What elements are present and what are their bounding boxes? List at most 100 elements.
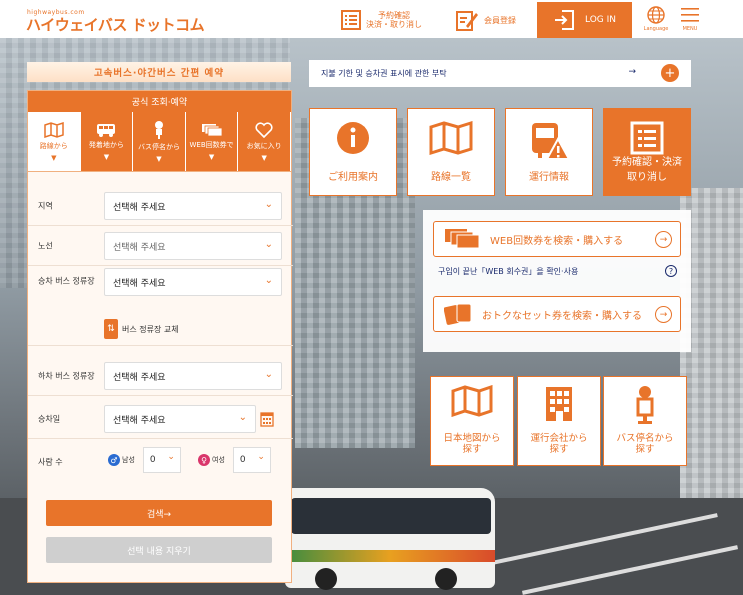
site-header: highwaybus.com ハイウェイバス ドットコム 予約確認 決済・取り消し… [0,0,743,38]
login-button[interactable]: LOG IN [537,2,632,38]
bus-wheel [315,568,337,590]
tab-route[interactable]: 路線から ▼ [28,112,81,171]
card-label-line2: 取り消し [627,172,667,183]
caret-down-icon: ▼ [208,152,215,161]
male-count-value: 0 [149,455,156,465]
boarding-select[interactable]: 선택해 주세요 ⌄ [104,268,282,296]
route-value: 선택해 주세요 [113,242,166,253]
arrow-right-circle-icon: → [655,306,672,323]
route-label: 노선 [38,241,53,250]
boarding-label: 승차 버스 정류장 [38,276,95,286]
search-by-map-card[interactable]: 日本地図から 探す [430,376,514,466]
chevron-down-icon: ⌄ [264,275,273,286]
reservation-check-card[interactable]: 予約確認・決済 取り消し [603,108,691,196]
login-label: LOG IN [585,15,616,25]
tab-label: WEB回数券で [189,140,234,149]
language-button[interactable]: Language [641,6,671,32]
tickets-icon [201,123,222,136]
female-count-select[interactable]: 0 ⌄ [232,447,271,473]
tab-label: 発着地から [88,140,124,149]
date-row: 승차일 선택해 주세요 ⌄ [28,399,293,439]
male-icon: ♂ [108,454,120,466]
register-icon [456,11,478,31]
bus-stop-icon [636,386,654,424]
date-value: 선택해 주세요 [113,415,166,426]
payment-notice-bar[interactable]: 지불 기한 및 승차권 표시에 관한 부탁 → + [309,60,691,87]
tab-favorites[interactable]: お気に入り ▼ [238,112,291,171]
chevron-down-icon: ⌄ [264,199,273,210]
card-label: ご利用案内 [328,172,378,183]
chevron-down-icon: ⌄ [257,452,265,462]
male-count-select[interactable]: 0 ⌄ [142,447,181,473]
route-list-card[interactable]: 路線一覧 [407,108,495,196]
site-logo[interactable]: ハイウェイバス ドットコム [26,14,205,35]
alighting-select[interactable]: 선택해 주세요 ⌄ [104,362,282,390]
member-register-link[interactable]: 会員登録 [456,8,516,32]
search-card-line1: 日本地図から [443,433,501,444]
region-select[interactable]: 선택해 주세요 ⌄ [104,192,282,220]
alighting-label: 하차 버스 정류장 [38,371,95,380]
bus-icon [97,123,116,137]
hamburger-icon [681,8,699,22]
plus-icon[interactable]: + [661,64,679,82]
caret-down-icon: ▼ [156,154,162,163]
login-icon [555,10,574,30]
tab-label: 路線から [39,141,68,150]
globe-icon [647,6,665,24]
female-icon: ♀ [198,454,210,466]
bus-stripe [285,550,495,562]
map-icon [429,121,473,155]
route-select[interactable]: 선택해 주세요 ⌄ [104,232,282,260]
help-icon[interactable]: ? [665,265,677,277]
region-label: 지역 [38,201,53,210]
set-ticket-search-label: おトクなセット券を検索・購入する [482,310,642,322]
calendar-icon[interactable] [260,411,274,427]
web-coupon-box: WEB回数券を検索・購入する → 구입이 끝난「WEB 회수권」을 확인·사용 … [423,210,691,352]
tab-label: お気に入り [246,141,282,150]
female-count-value: 0 [239,455,246,465]
boarding-value: 선택해 주세요 [113,278,166,289]
building-icon [546,387,572,421]
menu-button[interactable]: MENU [675,6,705,32]
search-by-bus-stop-card[interactable]: バス停名から 探す [603,376,687,466]
clear-selection-button[interactable]: 선택 내용 지우기 [46,537,272,563]
region-value: 선택해 주세요 [113,202,166,213]
set-ticket-search-button[interactable]: おトクなセット券を検索・購入する → [433,296,681,332]
tickets-icon [445,229,480,249]
card-label: 運行情報 [529,172,569,183]
reservation-check-link[interactable]: 予約確認 決済・取り消し [341,8,422,32]
alighting-row: 하차 버스 정류장 선택해 주세요 ⌄ [28,356,293,396]
swap-stops-button[interactable]: ⇅ 버스 정류장 교체 [104,319,179,339]
web-coupon-check-link[interactable]: 구입이 끝난「WEB 회수권」을 확인·사용 [438,266,578,277]
region-row: 지역 선택해 주세요 ⌄ [28,186,293,226]
reservation-check-line1: 予約確認 [378,11,410,20]
chevron-down-icon: ⌄ [238,412,247,423]
web-coupon-search-button[interactable]: WEB回数券を検索・購入する → [433,221,681,257]
date-select[interactable]: 선택해 주세요 ⌄ [104,405,256,433]
member-register-label: 会員登録 [484,15,516,25]
chevron-down-icon: ⌄ [264,239,273,250]
swap-label: 버스 정류장 교체 [122,324,179,334]
arrow-right-circle-icon: → [655,231,672,248]
service-info-card[interactable]: 運行情報 [505,108,593,196]
search-button[interactable]: 검색→ [46,500,272,526]
web-coupon-search-label: WEB回数券を検索・購入する [490,235,624,247]
search-card-line2: 探す [549,444,569,455]
people-row: 사람 수 ♂ 남성 0 ⌄ ♀ 여성 0 ⌄ [28,441,293,483]
japan-map-icon [451,385,493,417]
usage-guide-card[interactable]: ご利用案内 [309,108,397,196]
caret-down-icon: ▼ [103,152,110,161]
reservation-panel: 공식 조회·예약 路線から ▼ 発着地から ▼ バス停名から ▼ WEB回数券で… [27,90,293,583]
search-by-operator-card[interactable]: 運行会社から 探す [517,376,601,466]
notice-text: 지불 기한 및 승차권 표시에 관한 부탁 [321,69,447,78]
search-card-line1: バス停名から [616,433,674,444]
tab-web-coupon[interactable]: WEB回数券で ▼ [185,112,239,171]
card-label: 路線一覧 [431,172,471,183]
tab-bus-stop[interactable]: バス停名から ▼ [133,112,186,171]
panel-header: 공식 조회·예약 [28,91,291,112]
reservation-check-line2: 決済・取り消し [366,20,422,29]
tab-label: バス停名から [137,142,180,151]
panel-title: 고속버스·야간버스 간편 예약 [27,62,291,82]
male-label: 남성 [122,456,135,464]
tab-departure-arrival[interactable]: 発着地から ▼ [80,112,134,171]
